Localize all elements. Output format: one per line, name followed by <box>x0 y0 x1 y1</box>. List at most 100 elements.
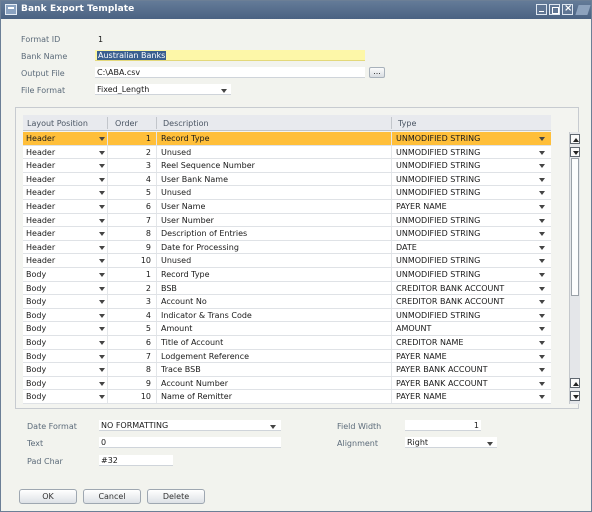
type-cell[interactable]: UNMODIFIED STRING <box>396 134 480 143</box>
table-row[interactable]: Header 5 Unused UNMODIFIED STRING <box>23 186 551 200</box>
type-cell[interactable]: AMOUNT <box>396 324 431 333</box>
chevron-down-icon[interactable] <box>99 204 105 209</box>
table-row[interactable]: Body 10 Name of Remitter PAYER NAME <box>23 390 551 404</box>
description-cell[interactable]: Account Number <box>161 379 228 388</box>
chevron-down-icon[interactable] <box>539 177 545 182</box>
layout-position-cell[interactable]: Header <box>26 148 55 157</box>
table-row[interactable]: Body 9 Account Number PAYER BANK ACCOUNT <box>23 376 551 391</box>
order-cell[interactable]: 7 <box>109 352 151 361</box>
chevron-down-icon[interactable] <box>539 137 545 141</box>
type-cell[interactable]: UNMODIFIED STRING <box>396 311 480 320</box>
type-cell[interactable]: PAYER NAME <box>396 202 447 211</box>
order-cell[interactable]: 2 <box>109 284 151 293</box>
chevron-down-icon[interactable] <box>99 286 105 291</box>
layout-position-cell[interactable]: Header <box>26 161 55 170</box>
chevron-down-icon[interactable] <box>99 327 105 332</box>
minimize-icon[interactable] <box>536 4 547 15</box>
order-cell[interactable]: 9 <box>109 243 151 252</box>
field-width-field[interactable]: 1 <box>405 420 481 431</box>
chevron-down-icon[interactable] <box>99 177 105 182</box>
maximize-icon[interactable] <box>549 4 560 15</box>
bank-name-field[interactable]: Australian Banks <box>95 50 365 61</box>
chevron-down-icon[interactable] <box>539 191 545 196</box>
description-cell[interactable]: Indicator & Trans Code <box>161 311 252 320</box>
type-cell[interactable]: DATE <box>396 243 417 252</box>
ok-button[interactable]: OK <box>19 489 77 504</box>
chevron-down-icon[interactable] <box>539 286 545 291</box>
description-cell[interactable]: Lodgement Reference <box>161 352 249 361</box>
type-cell[interactable]: PAYER BANK ACCOUNT <box>396 379 487 388</box>
grid-vertical-scrollbar[interactable] <box>569 132 580 404</box>
chevron-down-icon[interactable] <box>539 381 545 386</box>
table-row[interactable]: Header 7 User Number UNMODIFIED STRING <box>23 213 551 228</box>
table-row[interactable]: Header 10 Unused UNMODIFIED STRING <box>23 254 551 268</box>
cancel-button[interactable]: Cancel <box>83 489 141 504</box>
description-cell[interactable]: Unused <box>161 148 191 157</box>
type-cell[interactable]: UNMODIFIED STRING <box>396 188 480 197</box>
type-cell[interactable]: UNMODIFIED STRING <box>396 161 480 170</box>
type-cell[interactable]: UNMODIFIED STRING <box>396 216 480 225</box>
scroll-down-icon[interactable] <box>570 391 580 401</box>
chevron-down-icon[interactable] <box>539 313 545 318</box>
description-cell[interactable]: Description of Entries <box>161 229 247 238</box>
order-cell[interactable]: 3 <box>109 161 151 170</box>
chevron-down-icon[interactable] <box>99 137 105 141</box>
layout-position-cell[interactable]: Header <box>26 175 55 184</box>
chevron-down-icon[interactable] <box>539 204 545 209</box>
chevron-down-icon[interactable] <box>539 395 545 400</box>
column-header-order[interactable]: Order <box>115 119 138 128</box>
column-header-layout-position[interactable]: Layout Position <box>27 119 88 128</box>
column-header-description[interactable]: Description <box>163 119 209 128</box>
chevron-down-icon[interactable] <box>539 245 545 250</box>
layout-position-cell[interactable]: Body <box>26 365 46 374</box>
chevron-down-icon[interactable] <box>99 340 105 345</box>
order-cell[interactable]: 3 <box>109 297 151 306</box>
type-cell[interactable]: UNMODIFIED STRING <box>396 270 480 279</box>
layout-position-cell[interactable]: Body <box>26 379 46 388</box>
scroll-up-icon[interactable] <box>570 134 580 144</box>
type-cell[interactable]: PAYER NAME <box>396 392 447 401</box>
layout-position-cell[interactable]: Header <box>26 202 55 211</box>
chevron-down-icon[interactable] <box>99 368 105 373</box>
chevron-down-icon[interactable] <box>487 442 493 446</box>
chevron-down-icon[interactable] <box>539 259 545 264</box>
order-cell[interactable]: 9 <box>109 379 151 388</box>
chevron-down-icon[interactable] <box>99 395 105 400</box>
order-cell[interactable]: 6 <box>109 338 151 347</box>
chevron-down-icon[interactable] <box>539 272 545 277</box>
scroll-down-icon[interactable] <box>570 147 580 157</box>
type-cell[interactable]: CREDITOR BANK ACCOUNT <box>396 297 504 306</box>
description-cell[interactable]: BSB <box>161 284 177 293</box>
layout-position-cell[interactable]: Body <box>26 284 46 293</box>
scroll-up-icon[interactable] <box>570 378 580 388</box>
delete-button[interactable]: Delete <box>147 489 205 504</box>
chevron-down-icon[interactable] <box>539 232 545 237</box>
table-row[interactable]: Header 8 Description of Entries UNMODIFIED … <box>23 227 551 241</box>
order-cell[interactable]: 10 <box>109 256 151 265</box>
type-cell[interactable]: CREDITOR NAME <box>396 338 463 347</box>
order-cell[interactable]: 4 <box>109 175 151 184</box>
table-row[interactable]: Body 4 Indicator & Trans Code UNMODIFIED ST… <box>23 308 551 323</box>
description-cell[interactable]: Name of Remitter <box>161 392 232 401</box>
order-cell[interactable]: 6 <box>109 202 151 211</box>
description-cell[interactable]: User Name <box>161 202 205 211</box>
chevron-down-icon[interactable] <box>99 245 105 250</box>
chevron-down-icon[interactable] <box>99 272 105 277</box>
chevron-down-icon[interactable] <box>99 313 105 318</box>
order-cell[interactable]: 5 <box>109 188 151 197</box>
chevron-down-icon[interactable] <box>539 218 545 223</box>
chevron-down-icon[interactable] <box>99 191 105 196</box>
layout-position-cell[interactable]: Header <box>26 256 55 265</box>
layout-position-cell[interactable]: Body <box>26 352 46 361</box>
pad-char-field[interactable]: #32 <box>99 455 173 466</box>
layout-position-cell[interactable]: Header <box>26 216 55 225</box>
type-cell[interactable]: UNMODIFIED STRING <box>396 229 480 238</box>
table-row[interactable]: Header 2 Unused UNMODIFIED STRING <box>23 145 551 160</box>
chevron-down-icon[interactable] <box>99 164 105 169</box>
table-row[interactable]: Body 1 Record Type UNMODIFIED STRING <box>23 267 551 282</box>
type-cell[interactable]: PAYER BANK ACCOUNT <box>396 365 487 374</box>
table-row[interactable]: Body 2 BSB CREDITOR BANK ACCOUNT <box>23 281 551 296</box>
table-row[interactable]: Body 6 Title of Account CREDITOR NAME <box>23 335 551 350</box>
type-cell[interactable]: UNMODIFIED STRING <box>396 175 480 184</box>
description-cell[interactable]: Record Type <box>161 134 210 143</box>
